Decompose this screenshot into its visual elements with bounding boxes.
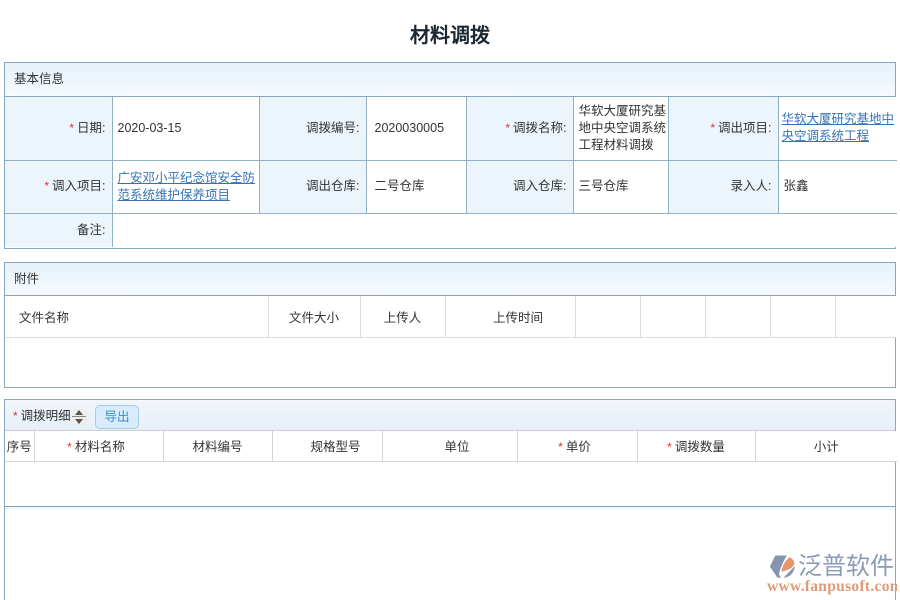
svg-text:泛普软件: 泛普软件 [798,553,894,580]
svg-text:www.fanpusoft.com: www.fanpusoft.com [767,578,897,595]
